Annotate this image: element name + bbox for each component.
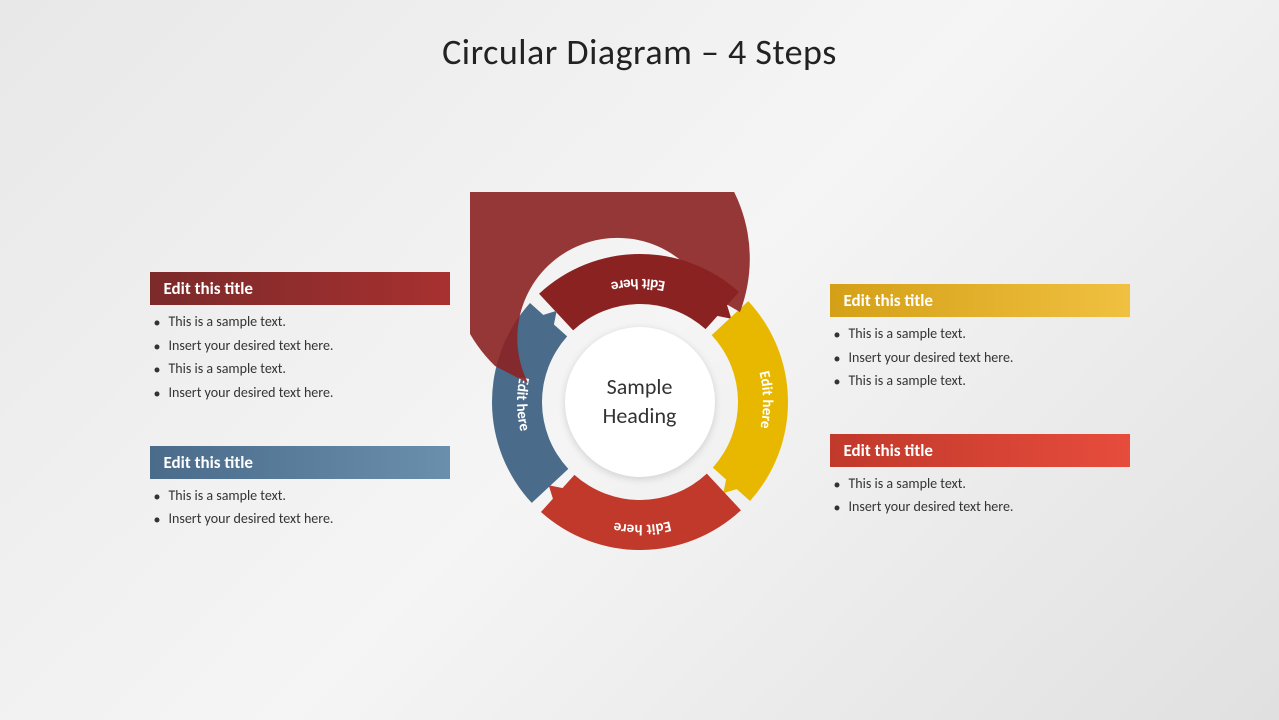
list-item: This is a sample text. — [154, 358, 450, 382]
panel-bottom-left-bullets: This is a sample text. Insert your desir… — [150, 485, 450, 532]
content-area: Edit this title This is a sample text. I… — [0, 84, 1279, 720]
list-item: Insert your desired text here. — [154, 382, 450, 406]
circular-diagram: Edit hereEdit hereEdit hereEdit here Sam… — [470, 192, 810, 612]
list-item: Insert your desired text here. — [834, 496, 1130, 520]
circle-center: Sample Heading — [565, 327, 715, 477]
panel-bottom-left: Edit this title This is a sample text. I… — [150, 446, 450, 532]
panel-bottom-right-title[interactable]: Edit this title — [830, 434, 1130, 467]
list-item: This is a sample text. — [154, 485, 450, 509]
list-item: Insert your desired text here. — [154, 335, 450, 359]
panel-top-right: Edit this title This is a sample text. I… — [830, 284, 1130, 394]
panel-top-left: Edit this title This is a sample text. I… — [150, 272, 450, 405]
center-heading: Sample Heading — [603, 373, 677, 430]
slide: Circular Diagram – 4 Steps Edit this tit… — [0, 0, 1279, 720]
list-item: This is a sample text. — [834, 473, 1130, 497]
panel-top-left-bullets: This is a sample text. Insert your desir… — [150, 311, 450, 405]
right-panels: Edit this title This is a sample text. I… — [830, 284, 1130, 520]
panel-top-right-bullets: This is a sample text. Insert your desir… — [830, 323, 1130, 394]
panel-bottom-left-title[interactable]: Edit this title — [150, 446, 450, 479]
main-title: Circular Diagram – 4 Steps — [442, 30, 837, 74]
panel-top-right-title[interactable]: Edit this title — [830, 284, 1130, 317]
panel-bottom-right-bullets: This is a sample text. Insert your desir… — [830, 473, 1130, 520]
list-item: This is a sample text. — [834, 323, 1130, 347]
list-item: Insert your desired text here. — [154, 508, 450, 532]
list-item: This is a sample text. — [834, 370, 1130, 394]
list-item: This is a sample text. — [154, 311, 450, 335]
panel-top-left-title[interactable]: Edit this title — [150, 272, 450, 305]
list-item: Insert your desired text here. — [834, 347, 1130, 371]
panel-bottom-right: Edit this title This is a sample text. I… — [830, 434, 1130, 520]
left-panels: Edit this title This is a sample text. I… — [150, 272, 450, 532]
